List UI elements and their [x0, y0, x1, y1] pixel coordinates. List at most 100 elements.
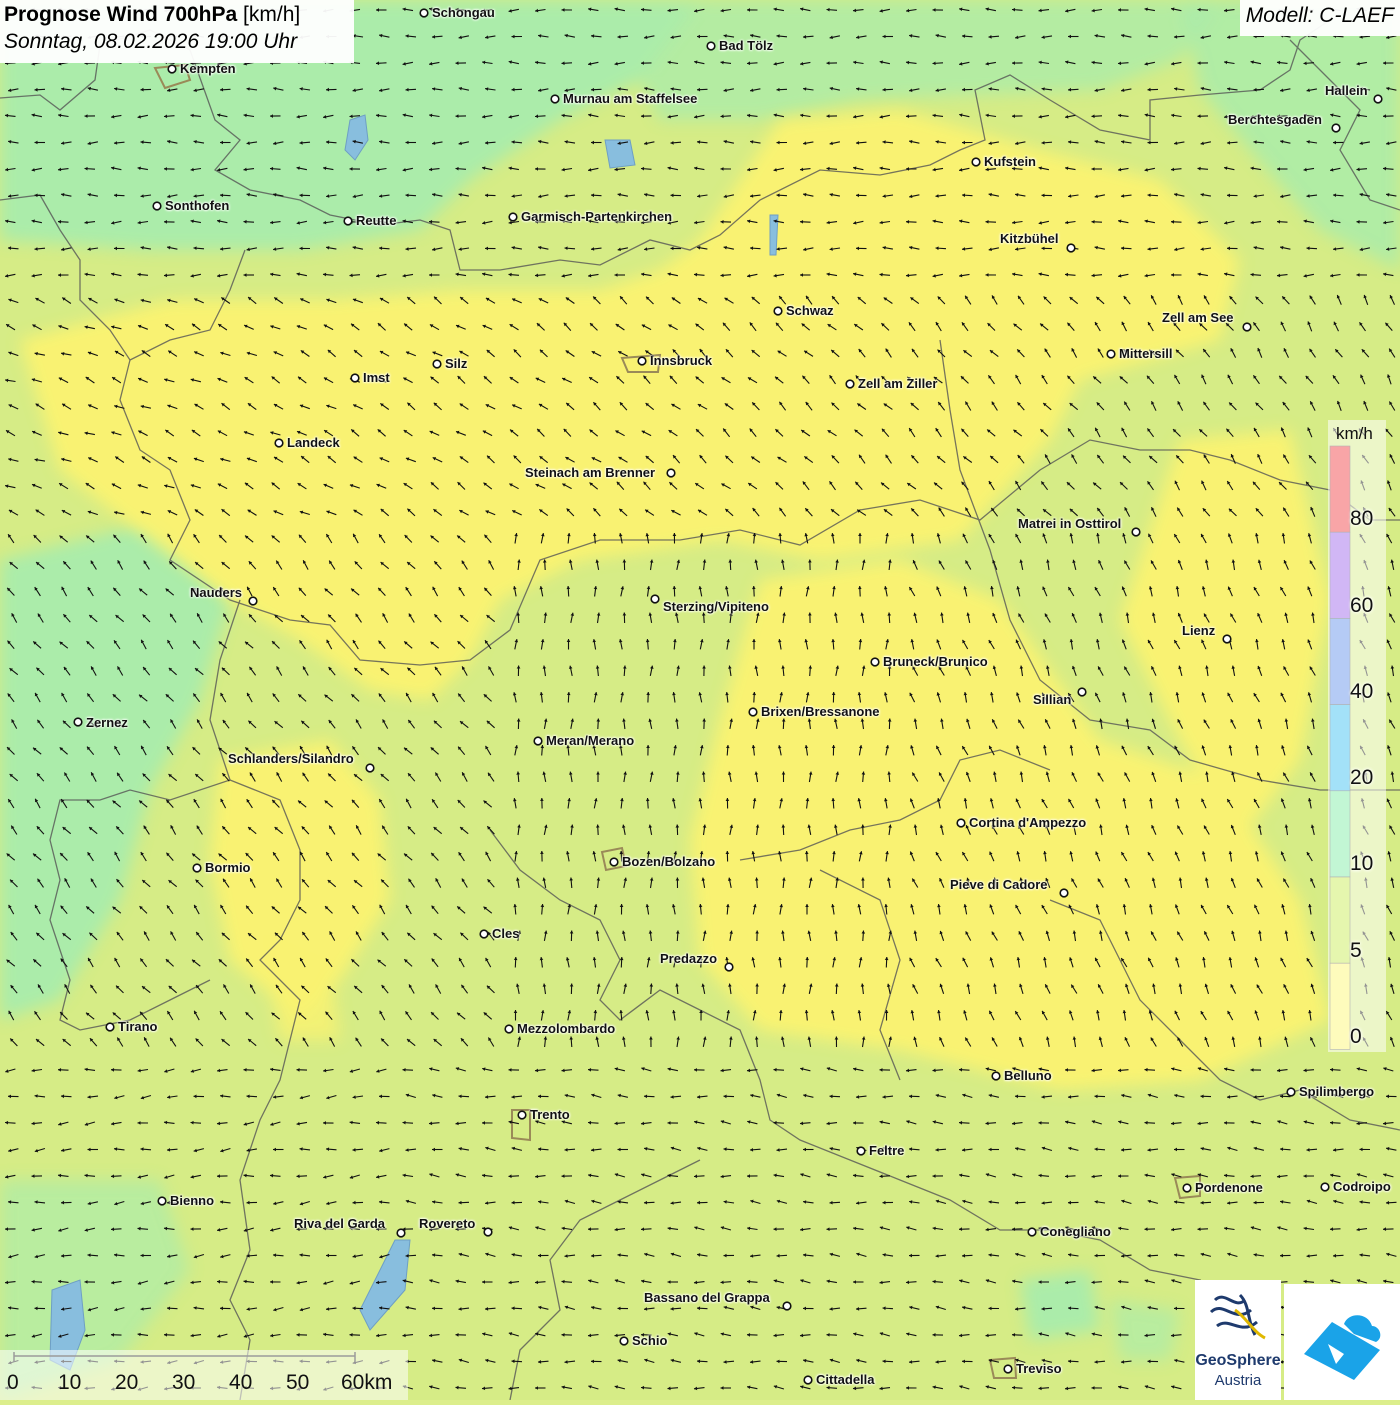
city-marker[interactable] [1132, 528, 1140, 536]
city-marker[interactable] [551, 95, 559, 103]
city-label[interactable]: Innsbruck [650, 354, 712, 368]
city-label[interactable]: Sterzing/Vipiteno [663, 600, 769, 614]
city-label[interactable]: Zell am See [1162, 311, 1234, 325]
city-label[interactable]: Brixen/Bressanone [761, 705, 880, 719]
city-label[interactable]: Cortina d'Ampezzo [969, 816, 1086, 830]
city-label[interactable]: Bruneck/Brunico [883, 655, 988, 669]
city-marker[interactable] [620, 1337, 628, 1345]
city-marker[interactable] [534, 737, 542, 745]
city-label[interactable]: Pordenone [1195, 1181, 1263, 1195]
city-marker[interactable] [992, 1072, 1000, 1080]
city-label[interactable]: Garmisch-Partenkirchen [521, 210, 672, 224]
city-label[interactable]: Sillian [1033, 693, 1071, 707]
city-marker[interactable] [610, 858, 618, 866]
geosphere-logo[interactable]: GeoSphere Austria [1195, 1280, 1281, 1400]
city-label[interactable]: Tirano [118, 1020, 158, 1034]
city-marker[interactable] [433, 360, 441, 368]
city-label[interactable]: Schwaz [786, 304, 834, 318]
city-label[interactable]: Cles [492, 927, 519, 941]
city-marker[interactable] [106, 1023, 114, 1031]
city-marker[interactable] [1183, 1184, 1191, 1192]
city-label[interactable]: Bienno [170, 1194, 214, 1208]
city-label[interactable]: Hallein [1325, 84, 1368, 98]
city-marker[interactable] [420, 9, 428, 17]
city-marker[interactable] [774, 307, 782, 315]
city-marker[interactable] [846, 380, 854, 388]
city-marker[interactable] [957, 819, 965, 827]
city-label[interactable]: Rovereto [419, 1217, 475, 1231]
city-label[interactable]: Schongau [432, 6, 495, 20]
city-marker[interactable] [344, 217, 352, 225]
city-label[interactable]: Treviso [1016, 1362, 1062, 1376]
city-marker[interactable] [804, 1376, 812, 1384]
city-marker[interactable] [1078, 688, 1086, 696]
city-label[interactable]: Bassano del Grappa [644, 1291, 770, 1305]
city-marker[interactable] [1287, 1088, 1295, 1096]
city-label[interactable]: Kitzbühel [1000, 232, 1059, 246]
city-marker[interactable] [1332, 124, 1340, 132]
city-marker[interactable] [857, 1147, 865, 1155]
city-marker[interactable] [193, 864, 201, 872]
city-label[interactable]: Feltre [869, 1144, 904, 1158]
city-label[interactable]: Meran/Merano [546, 734, 634, 748]
city-label[interactable]: Mezzolombardo [517, 1022, 615, 1036]
city-marker[interactable] [1374, 95, 1382, 103]
city-marker[interactable] [783, 1302, 791, 1310]
city-label[interactable]: Trento [530, 1108, 570, 1122]
city-label[interactable]: Spilimbergo [1299, 1085, 1374, 1099]
city-marker[interactable] [667, 469, 675, 477]
city-label[interactable]: Nauders [190, 586, 242, 600]
city-label[interactable]: Matrei in Osttirol [1018, 517, 1121, 531]
city-label[interactable]: Berchtesgaden [1228, 113, 1322, 127]
city-label[interactable]: Bozen/Bolzano [622, 855, 715, 869]
city-marker[interactable] [158, 1197, 166, 1205]
city-label[interactable]: Landeck [287, 436, 340, 450]
city-label[interactable]: Kempten [180, 62, 236, 76]
city-marker[interactable] [749, 708, 757, 716]
city-marker[interactable] [972, 158, 980, 166]
city-marker[interactable] [249, 597, 257, 605]
city-marker[interactable] [1028, 1228, 1036, 1236]
city-label[interactable]: Belluno [1004, 1069, 1052, 1083]
city-marker[interactable] [1107, 350, 1115, 358]
city-marker[interactable] [484, 1228, 492, 1236]
city-marker[interactable] [505, 1025, 513, 1033]
city-label[interactable]: Silz [445, 357, 467, 371]
city-marker[interactable] [1243, 323, 1251, 331]
city-label[interactable]: Bad Tölz [719, 39, 773, 53]
city-label[interactable]: Bormio [205, 861, 251, 875]
city-marker[interactable] [1004, 1365, 1012, 1373]
city-marker[interactable] [509, 213, 517, 221]
city-marker[interactable] [1067, 244, 1075, 252]
city-marker[interactable] [366, 764, 374, 772]
city-label[interactable]: Codroipo [1333, 1180, 1391, 1194]
city-label[interactable]: Kufstein [984, 155, 1036, 169]
city-label[interactable]: Schlanders/Silandro [228, 752, 354, 766]
city-label[interactable]: Steinach am Brenner [525, 466, 655, 480]
city-marker[interactable] [351, 374, 359, 382]
city-label[interactable]: Lienz [1182, 624, 1215, 638]
city-marker[interactable] [1321, 1183, 1329, 1191]
city-label[interactable]: Imst [363, 371, 390, 385]
city-marker[interactable] [153, 202, 161, 210]
city-label[interactable]: Sonthofen [165, 199, 229, 213]
city-marker[interactable] [480, 930, 488, 938]
city-label[interactable]: Cittadella [816, 1373, 875, 1387]
city-marker[interactable] [74, 718, 82, 726]
city-marker[interactable] [651, 595, 659, 603]
city-label[interactable]: Murnau am Staffelsee [563, 92, 697, 106]
app-logo[interactable] [1284, 1284, 1400, 1400]
city-marker[interactable] [275, 439, 283, 447]
city-marker[interactable] [397, 1229, 405, 1237]
city-label[interactable]: Reutte [356, 214, 396, 228]
city-label[interactable]: Schio [632, 1334, 667, 1348]
city-label[interactable]: Zernez [86, 716, 128, 730]
city-marker[interactable] [707, 42, 715, 50]
city-marker[interactable] [518, 1111, 526, 1119]
city-marker[interactable] [1223, 635, 1231, 643]
city-label[interactable]: Predazzo [660, 952, 717, 966]
city-label[interactable]: Zell am Ziller [858, 377, 937, 391]
city-marker[interactable] [1060, 889, 1068, 897]
city-label[interactable]: Mittersill [1119, 347, 1172, 361]
city-marker[interactable] [638, 357, 646, 365]
